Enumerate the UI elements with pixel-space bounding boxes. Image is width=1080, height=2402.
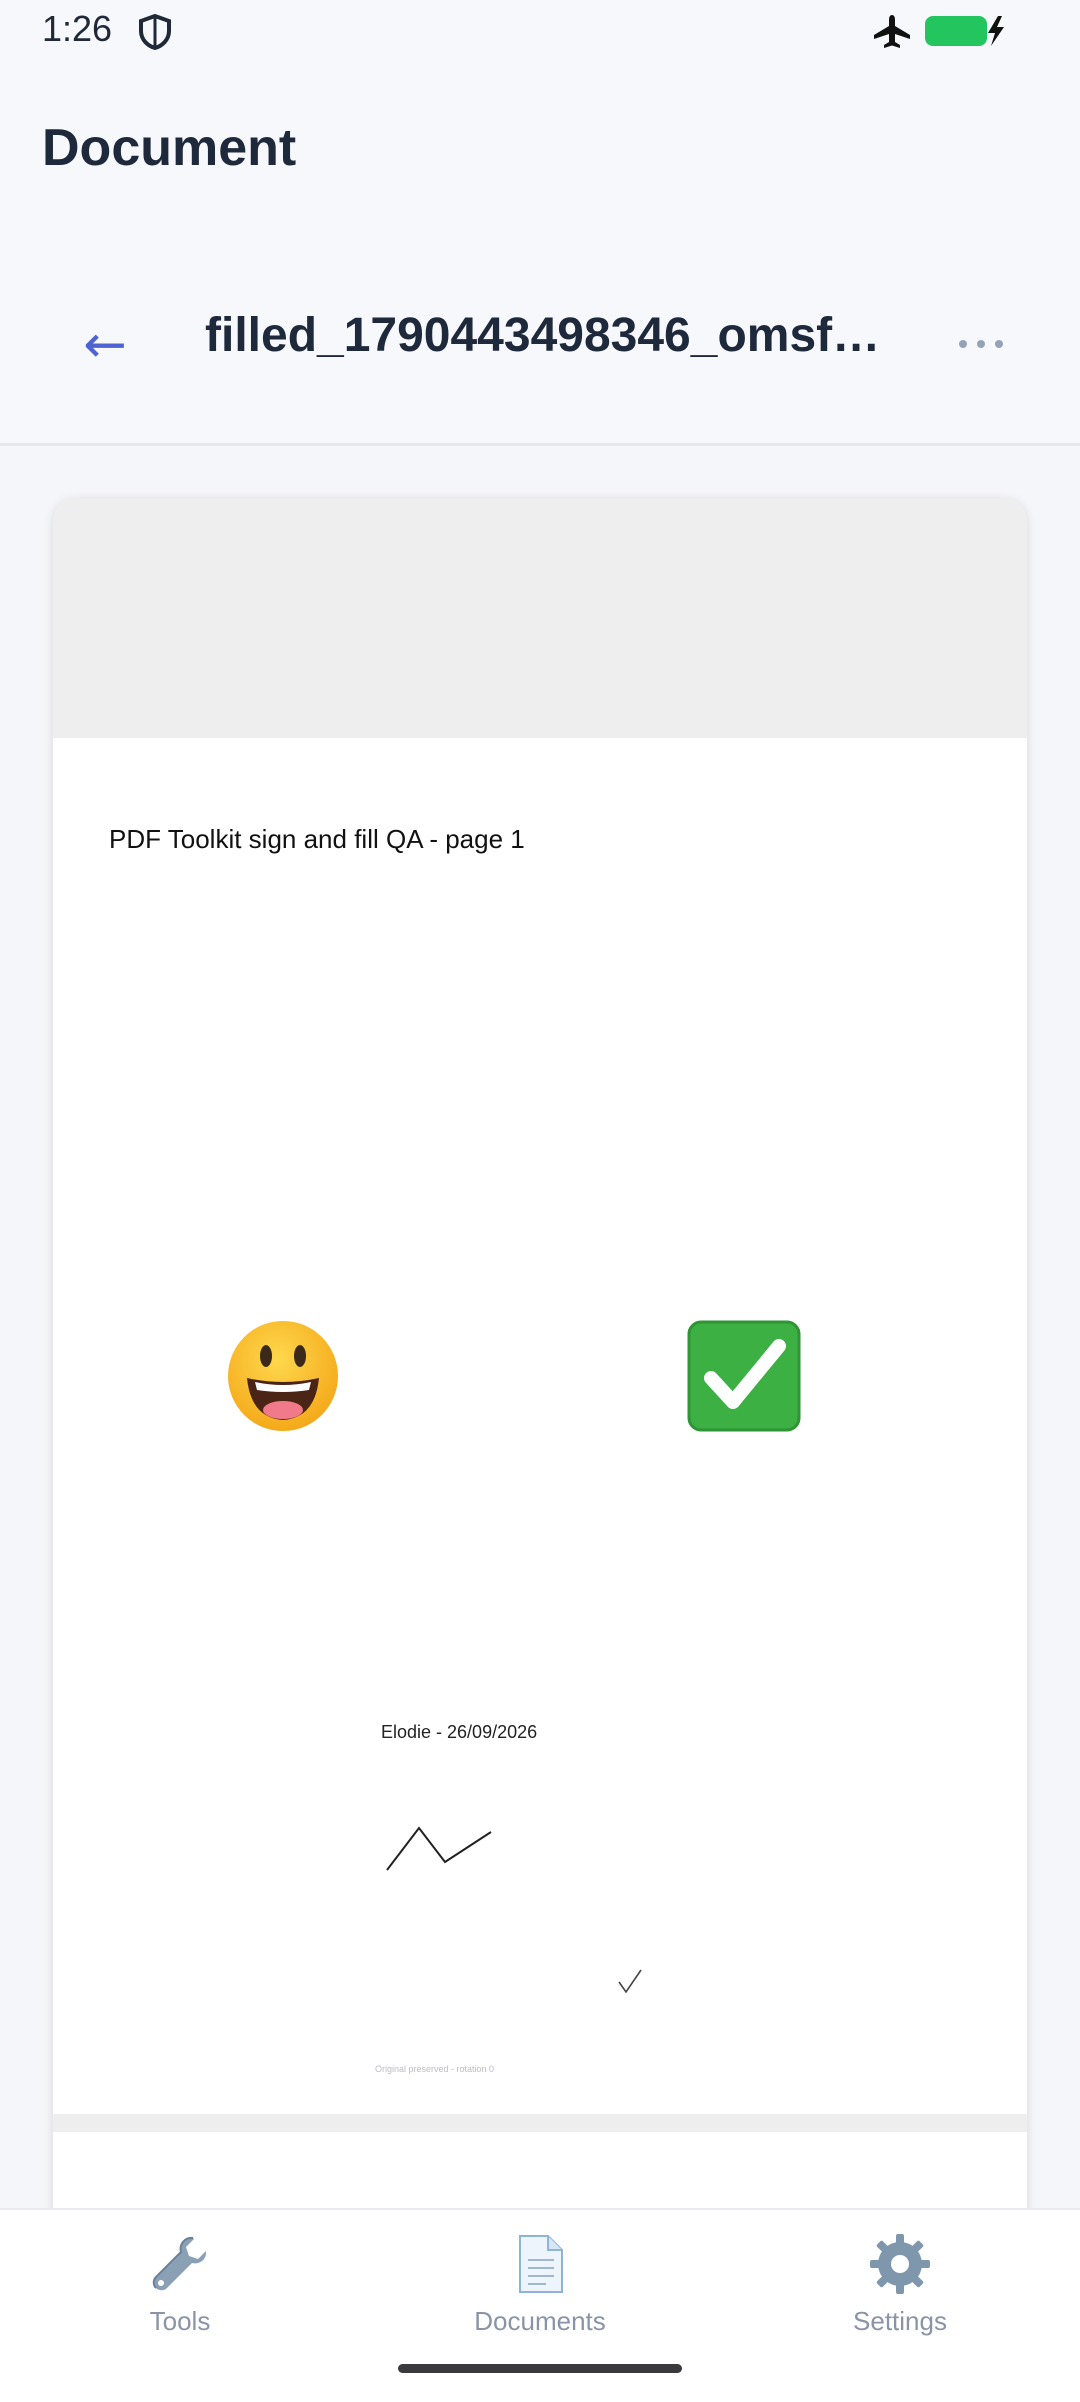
pdf-page-1[interactable]: PDF Toolkit sign and fill QA - page 1 El… <box>53 738 1027 2114</box>
page-title: Document <box>42 119 297 177</box>
nav-label-tools: Tools <box>149 2306 211 2336</box>
more-options-button[interactable] <box>950 314 1012 374</box>
document-viewer[interactable]: PDF Toolkit sign and fill QA - page 1 El… <box>0 446 1080 2208</box>
nav-tools[interactable]: Tools <box>60 2232 300 2362</box>
page-footnote: Original preserved - rotation 0 <box>375 2064 495 2074</box>
back-button[interactable]: ← <box>70 310 140 380</box>
more-dot <box>995 340 1003 348</box>
nav-label-settings: Settings <box>853 2306 947 2336</box>
signature-drawing[interactable] <box>383 1818 503 1878</box>
nav-documents[interactable]: Documents <box>420 2232 660 2362</box>
wrench-icon <box>152 2236 207 2291</box>
gear-icon <box>870 2234 930 2294</box>
smiley-face-icon[interactable] <box>225 1318 341 1434</box>
checkmark-drawing[interactable] <box>613 1964 649 2000</box>
more-dot <box>959 340 967 348</box>
status-bar: 1:26 <box>0 0 1080 62</box>
shield-icon <box>139 14 171 50</box>
document-card: PDF Toolkit sign and fill QA - page 1 El… <box>53 498 1027 2208</box>
nav-settings[interactable]: Settings <box>780 2232 1020 2362</box>
signature-text[interactable]: Elodie - 26/09/2026 <box>381 1722 537 1743</box>
file-name: filled_1790443498346_omsfy… <box>205 309 895 362</box>
home-indicator[interactable] <box>398 2364 682 2373</box>
document-toolbar: ← filled_1790443498346_omsfy… <box>0 280 1080 400</box>
airplane-icon <box>874 15 910 48</box>
battery-charging-icon <box>925 16 1004 46</box>
nav-label-documents: Documents <box>474 2306 606 2336</box>
more-dot <box>977 340 985 348</box>
pdf-page-2[interactable] <box>53 2132 1027 2208</box>
check-box-icon[interactable] <box>687 1320 801 1432</box>
page-heading: PDF Toolkit sign and fill QA - page 1 <box>109 824 525 854</box>
status-time: 1:26 <box>42 8 113 49</box>
document-icon <box>519 2235 563 2293</box>
